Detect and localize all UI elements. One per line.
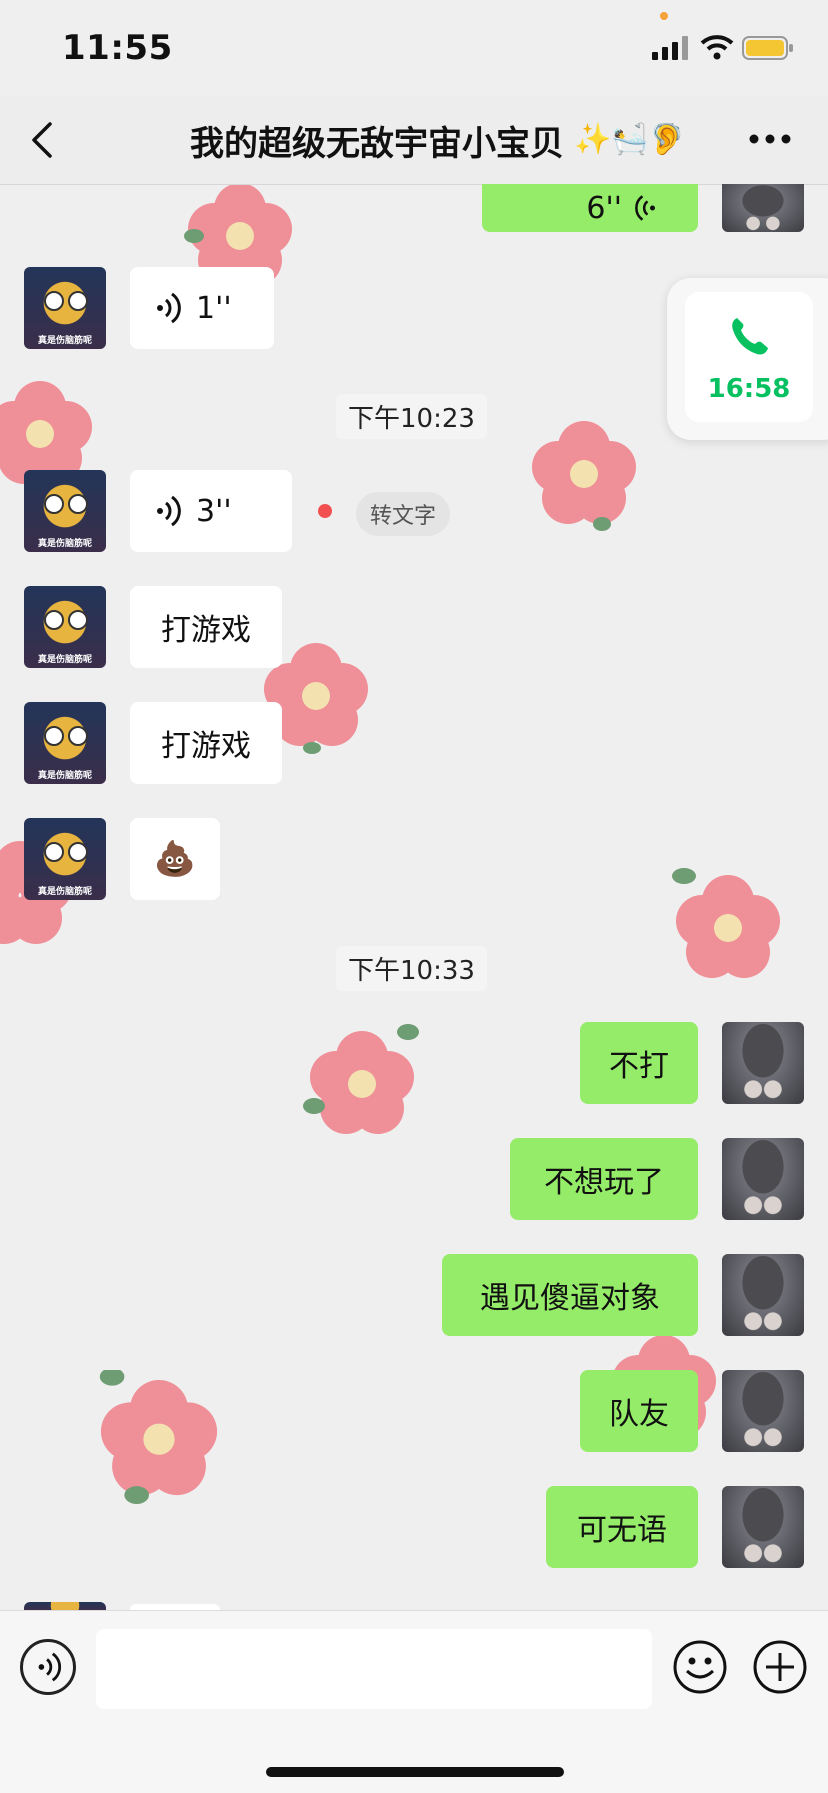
- emoji-picker-icon[interactable]: [672, 1639, 728, 1695]
- message-text: 不打: [609, 1049, 669, 1084]
- message-text: 队友: [609, 1397, 669, 1432]
- text-message-bubble[interactable]: 遇见傻逼对象: [442, 1254, 698, 1336]
- back-arrow-icon[interactable]: [26, 120, 60, 160]
- voice-wave-icon: [635, 195, 655, 221]
- voice-wave-icon: [157, 495, 181, 527]
- flower-decoration: [532, 421, 636, 531]
- contact-avatar[interactable]: 真是伤脑筋呢: [24, 586, 106, 668]
- my-avatar[interactable]: [722, 1022, 804, 1104]
- poop-emoji-icon: 💩: [153, 839, 197, 879]
- cellular-signal-icon: [652, 36, 688, 60]
- home-indicator: [266, 1767, 564, 1777]
- my-avatar[interactable]: [722, 1138, 804, 1220]
- message-text: 遇见傻逼对象: [480, 1281, 660, 1316]
- text-message-bubble[interactable]: 不打: [580, 1022, 698, 1104]
- voice-wave-icon: [157, 292, 181, 324]
- avatar-caption: 真是伤脑筋呢: [37, 887, 92, 897]
- voice-message-bubble[interactable]: 6'': [482, 184, 698, 232]
- chat-header: 我的超级无敌宇宙小宝贝 ✨🛀🦻: [0, 96, 828, 185]
- emoji-message-bubble[interactable]: 💩: [130, 818, 220, 900]
- voice-call-float-window[interactable]: 16:58: [667, 278, 828, 440]
- avatar-caption: 真是伤脑筋呢: [37, 771, 92, 781]
- mic-indicator-dot: [660, 12, 668, 20]
- voice-wave-icon: [38, 1652, 62, 1682]
- message-text: 可无语: [577, 1513, 667, 1548]
- voice-duration: 3'': [196, 493, 232, 529]
- message-text: 打游戏: [161, 613, 251, 648]
- message-text: 打游戏: [161, 729, 251, 764]
- convert-to-text-button[interactable]: 转文字: [356, 492, 451, 536]
- input-bar: [0, 1610, 828, 1793]
- wifi-icon: [700, 35, 734, 60]
- contact-avatar[interactable]: 真是伤脑筋呢: [24, 702, 106, 784]
- flower-decoration: [99, 1370, 218, 1504]
- more-options-icon[interactable]: [748, 132, 792, 146]
- more-functions-plus-icon[interactable]: [752, 1639, 808, 1695]
- my-avatar[interactable]: [722, 184, 804, 232]
- voice-duration: 6'': [586, 190, 622, 226]
- voice-input-button[interactable]: [20, 1639, 76, 1695]
- voice-message-bubble[interactable]: 1'': [130, 267, 274, 349]
- title-emoji-icons: ✨🛀🦻: [574, 122, 687, 157]
- unread-dot: [318, 504, 332, 518]
- flower-decoration: [303, 1024, 419, 1134]
- avatar-caption: 真是伤脑筋呢: [37, 539, 92, 549]
- avatar-caption: 真是伤脑筋呢: [37, 655, 92, 665]
- voice-message-bubble[interactable]: 3'': [130, 470, 292, 552]
- flower-decoration: [672, 868, 780, 978]
- voice-duration: 1'': [196, 290, 232, 326]
- message-text: 不想玩了: [544, 1165, 664, 1200]
- timestamp: 下午10:33: [336, 946, 487, 991]
- my-avatar[interactable]: [722, 1254, 804, 1336]
- my-avatar[interactable]: [722, 1486, 804, 1568]
- text-message-bubble[interactable]: 打游戏: [130, 702, 282, 784]
- avatar-caption: 真是伤脑筋呢: [37, 336, 92, 346]
- contact-avatar[interactable]: 真是伤脑筋呢: [24, 267, 106, 349]
- text-message-bubble[interactable]: 打游戏: [130, 586, 282, 668]
- battery-icon: [742, 36, 793, 60]
- contact-avatar[interactable]: 真是伤脑筋呢: [24, 470, 106, 552]
- text-message-bubble[interactable]: 队友: [580, 1370, 698, 1452]
- timestamp: 下午10:23: [336, 394, 487, 439]
- chat-title: 我的超级无敌宇宙小宝贝: [190, 124, 564, 164]
- message-input[interactable]: [96, 1629, 652, 1709]
- contact-avatar[interactable]: [24, 1602, 106, 1610]
- text-message-bubble[interactable]: 可无语: [546, 1486, 698, 1568]
- text-message-bubble[interactable]: 不想玩了: [510, 1138, 698, 1220]
- contact-avatar[interactable]: 真是伤脑筋呢: [24, 818, 106, 900]
- phone-icon: [732, 318, 768, 355]
- call-duration: 16:58: [707, 374, 791, 404]
- status-time: 11:55: [62, 28, 173, 68]
- my-avatar[interactable]: [722, 1370, 804, 1452]
